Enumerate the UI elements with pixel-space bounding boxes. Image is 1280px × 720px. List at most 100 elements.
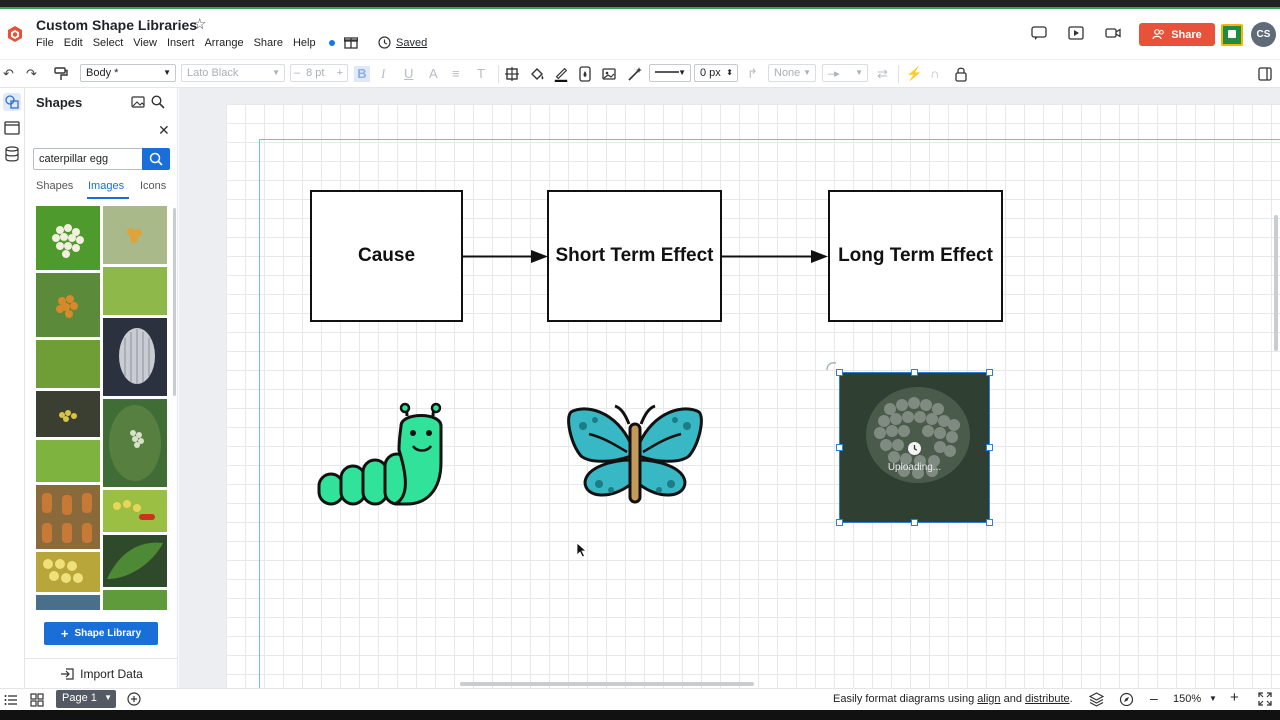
zoom-in-icon[interactable]: +	[1230, 689, 1239, 706]
connector-arrow[interactable]	[463, 248, 548, 265]
distribute-link[interactable]: distribute	[1025, 693, 1070, 705]
shapes-icon[interactable]	[3, 93, 21, 111]
menu-share[interactable]: Share	[254, 37, 283, 49]
resize-handle[interactable]	[986, 444, 993, 451]
image-result[interactable]	[36, 206, 100, 270]
magnet-icon[interactable]: ∩	[930, 66, 939, 82]
connector-style-icon[interactable]: ↱	[747, 66, 758, 82]
line-width-stepper[interactable]: 0 px ⬍	[694, 64, 738, 82]
image-result[interactable]	[103, 399, 167, 487]
add-page-icon[interactable]	[127, 692, 141, 706]
arrow-start-select[interactable]: None ▼	[768, 64, 816, 82]
menu-insert[interactable]: Insert	[167, 37, 195, 49]
chevron-down-icon[interactable]: ▼	[1209, 694, 1217, 703]
caterpillar-icon[interactable]	[315, 402, 445, 508]
magic-wand-icon[interactable]	[627, 66, 643, 82]
connector-arrow[interactable]	[722, 248, 828, 265]
image-result[interactable]	[103, 535, 167, 587]
tab-icons[interactable]: Icons	[140, 180, 166, 192]
italic-icon[interactable]: I	[381, 66, 385, 82]
document-title[interactable]: Custom Shape Libraries	[36, 17, 197, 33]
menu-edit[interactable]: Edit	[64, 37, 83, 49]
share-button[interactable]: Share	[1139, 23, 1215, 46]
menu-view[interactable]: View	[133, 37, 157, 49]
image-search-icon[interactable]	[131, 95, 145, 109]
image-result[interactable]	[36, 552, 100, 592]
grid-view-icon[interactable]	[30, 693, 44, 707]
layers-icon[interactable]	[1089, 692, 1104, 707]
image-result[interactable]	[36, 440, 100, 482]
menu-help[interactable]: Help	[293, 37, 345, 49]
image-result[interactable]	[103, 590, 167, 610]
fullscreen-icon[interactable]	[1258, 692, 1272, 706]
gift-icon[interactable]	[344, 35, 358, 49]
diagram-node-cause[interactable]: Cause	[310, 190, 463, 322]
search-icon[interactable]	[151, 95, 165, 109]
image-result[interactable]	[103, 318, 167, 396]
image-result[interactable]	[36, 391, 100, 437]
diagram-node-short-term[interactable]: Short Term Effect	[547, 190, 722, 322]
zoom-out-icon[interactable]: –	[1150, 690, 1158, 706]
canvas-horizontal-scrollbar[interactable]	[460, 682, 754, 686]
image-result[interactable]	[36, 273, 100, 337]
lock-icon[interactable]	[955, 66, 967, 82]
tab-images[interactable]: Images	[88, 180, 124, 192]
chevron-down-icon[interactable]: ▼	[104, 693, 112, 702]
list-view-icon[interactable]	[4, 693, 18, 707]
search-button[interactable]	[142, 148, 170, 170]
arrow-end-select[interactable]: –▸ ▼	[822, 64, 868, 82]
import-data-button[interactable]: Import Data	[25, 658, 178, 688]
text-color-icon[interactable]: A	[429, 66, 438, 82]
image-result[interactable]	[36, 340, 100, 388]
resize-handle[interactable]	[986, 519, 993, 526]
resize-handle[interactable]	[836, 444, 843, 451]
image-options-icon[interactable]	[602, 66, 618, 82]
panel-scrollbar[interactable]	[173, 208, 176, 396]
close-icon[interactable]: ✕	[158, 122, 170, 139]
resize-handle[interactable]	[986, 369, 993, 376]
font-family-select[interactable]: Lato Black ▼	[181, 64, 285, 82]
menu-select[interactable]: Select	[93, 37, 124, 49]
bold-icon[interactable]: B	[354, 66, 370, 82]
swap-arrows-icon[interactable]: ⇄	[877, 66, 888, 82]
opacity-icon[interactable]	[578, 66, 592, 82]
menu-arrange[interactable]: Arrange	[204, 37, 243, 49]
star-icon[interactable]: ☆	[193, 15, 206, 33]
increase-icon[interactable]: +	[337, 67, 343, 79]
image-result[interactable]	[103, 267, 167, 315]
image-result[interactable]	[36, 595, 100, 610]
shape-library-button[interactable]: + Shape Library	[44, 622, 158, 645]
image-result[interactable]	[36, 485, 100, 549]
fill-color-icon[interactable]	[529, 66, 545, 82]
google-classroom-icon[interactable]	[1221, 24, 1243, 46]
text-options-icon[interactable]: T	[477, 66, 485, 82]
shape-options-icon[interactable]	[505, 66, 519, 82]
search-input[interactable]	[33, 148, 143, 170]
format-painter-icon[interactable]	[53, 66, 69, 82]
resize-handle[interactable]	[911, 369, 918, 376]
pages-icon[interactable]	[3, 119, 21, 137]
resize-handle[interactable]	[911, 519, 918, 526]
user-avatar[interactable]: CS	[1251, 22, 1276, 47]
video-call-icon[interactable]	[1105, 26, 1121, 40]
lucid-logo-icon[interactable]	[8, 26, 22, 42]
resize-handle[interactable]	[836, 519, 843, 526]
butterfly-icon[interactable]	[565, 404, 705, 504]
rotate-handle-icon[interactable]	[824, 360, 838, 372]
underline-icon[interactable]: U	[404, 66, 413, 82]
font-size-stepper[interactable]: –8 pt +	[290, 64, 348, 82]
zoom-level[interactable]: 150%	[1173, 693, 1201, 705]
data-icon[interactable]	[3, 145, 21, 163]
menu-file[interactable]: File	[36, 37, 54, 49]
align-text-icon[interactable]: ≡	[452, 66, 460, 82]
image-result[interactable]	[103, 490, 167, 532]
comment-icon[interactable]	[1031, 26, 1047, 40]
quick-actions-icon[interactable]: ⚡	[906, 66, 922, 82]
redo-icon[interactable]: ↷	[26, 66, 37, 82]
navigate-icon[interactable]	[1119, 692, 1134, 707]
align-link[interactable]: align	[977, 693, 1000, 705]
diagram-node-long-term[interactable]: Long Term Effect	[828, 190, 1003, 322]
line-color-icon[interactable]	[553, 66, 569, 82]
canvas-vertical-scrollbar[interactable]	[1274, 215, 1278, 351]
tab-shapes[interactable]: Shapes	[36, 180, 73, 192]
